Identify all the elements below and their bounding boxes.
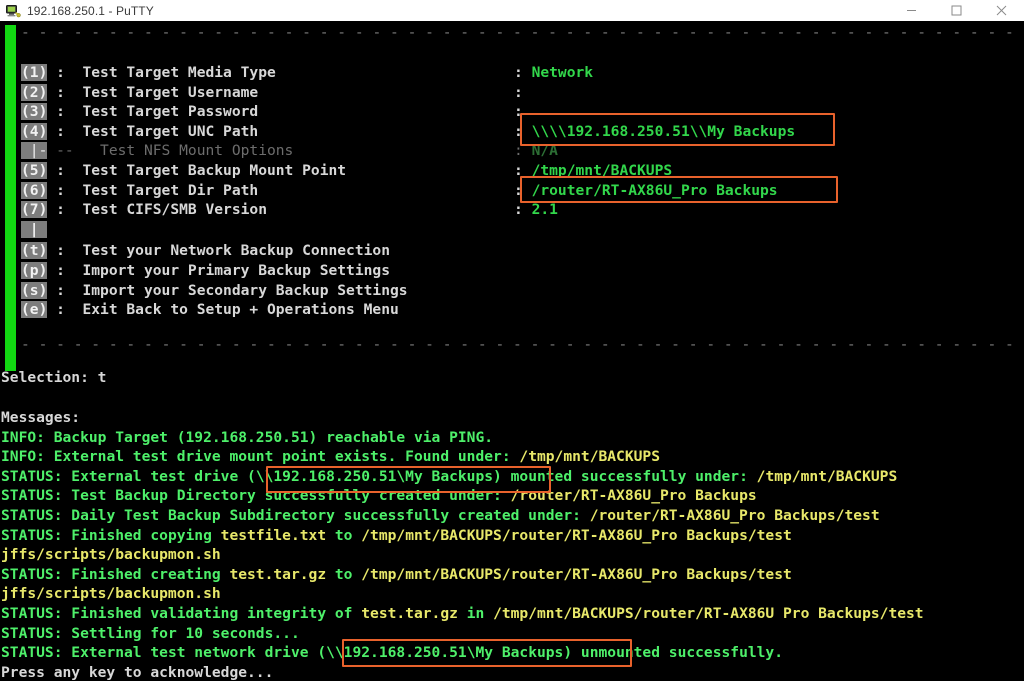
menu-label: : Test Target Username xyxy=(56,83,259,101)
acknowledge-prompt: Press any key to acknowledge... xyxy=(1,663,274,681)
separator-line-top: - - - - - - - - - - - - - - - - - - - - … xyxy=(21,24,1024,41)
close-icon[interactable] xyxy=(979,0,1024,21)
terminal-screen[interactable]: - - - - - - - - - - - - - - - - - - - - … xyxy=(0,21,1024,681)
menu-label: : Test Target Backup Mount Point xyxy=(56,162,347,179)
menu-key-[interactable]: |- xyxy=(21,141,48,160)
menu-value: : /router/RT-AX86U_Pro Backups xyxy=(514,181,778,199)
menu-key-6[interactable]: (6) xyxy=(21,181,48,200)
menu-key-7[interactable]: (7) xyxy=(21,200,48,219)
message-line: STATUS: Finished creating test.tar.gz to… xyxy=(1,565,792,583)
menu-label: : Test Target Media Type xyxy=(56,64,276,81)
message-line: INFO: External test drive mount point ex… xyxy=(1,448,660,466)
menu-key-[interactable]: | xyxy=(21,220,48,239)
selection-prompt: Selection: t xyxy=(1,368,107,386)
menu-value: : xyxy=(514,103,532,121)
message-line: STATUS: Daily Test Backup Subdirectory s… xyxy=(1,507,880,524)
menu-action-label: : Test your Network Backup Connection xyxy=(56,242,390,260)
message-line: STATUS: Test Backup Directory successful… xyxy=(1,487,757,505)
message-line: INFO: Backup Target (192.168.250.51) rea… xyxy=(1,428,494,446)
menu-value: : xyxy=(514,83,532,101)
message-line: STATUS: External test drive (\\192.168.2… xyxy=(1,467,898,485)
message-line: STATUS: Finished validating integrity of… xyxy=(1,605,924,622)
menu-label: -- Test NFS Mount Options xyxy=(56,142,294,160)
separator-line-bottom: - - - - - - - - - - - - - - - - - - - - … xyxy=(21,335,1024,353)
menu-action-label: : Exit Back to Setup + Operations Menu xyxy=(56,301,399,319)
maximize-icon[interactable] xyxy=(934,0,979,21)
menu-value: : N/A xyxy=(514,142,558,160)
menu-action-label: : Import your Secondary Backup Settings xyxy=(56,281,408,299)
menu-value: : 2.1 xyxy=(514,201,558,219)
window-controls xyxy=(889,0,1024,21)
minimize-icon[interactable] xyxy=(889,0,934,21)
menu-action-key-p[interactable]: (p) xyxy=(21,261,48,280)
menu-key-4[interactable]: (4) xyxy=(21,122,48,141)
menu-action-key-t[interactable]: (t) xyxy=(21,241,48,260)
menu-key-3[interactable]: (3) xyxy=(21,102,48,121)
menu-label: : Test Target UNC Path xyxy=(56,122,259,140)
menu-action-key-s[interactable]: (s) xyxy=(21,281,48,300)
menu-value: : /tmp/mnt/BACKUPS xyxy=(514,162,673,179)
menu-key-2[interactable]: (2) xyxy=(21,83,48,102)
menu-value: : Network xyxy=(514,64,594,81)
menu-label: : Test Target Password xyxy=(56,103,259,121)
menu-key-1[interactable]: (1) xyxy=(21,63,48,82)
putty-window: 192.168.250.1 - PuTTY - - - - - - - - - … xyxy=(0,0,1024,681)
menu-key-5[interactable]: (5) xyxy=(21,161,48,180)
message-line: jffs/scripts/backupmon.sh xyxy=(1,546,221,564)
menu-action-key-e[interactable]: (e) xyxy=(21,300,48,319)
message-line: STATUS: Settling for 10 seconds... xyxy=(1,624,300,642)
window-titlebar: 192.168.250.1 - PuTTY xyxy=(0,0,1024,22)
putty-icon xyxy=(5,3,21,19)
message-line: jffs/scripts/backupmon.sh xyxy=(1,585,221,603)
messages-header: Messages: xyxy=(1,409,81,426)
menu-action-label: : Import your Primary Backup Settings xyxy=(56,262,390,279)
window-title: 192.168.250.1 - PuTTY xyxy=(27,3,154,18)
menu-active-indicator-bar xyxy=(5,25,16,371)
message-line: STATUS: Finished copying testfile.txt to… xyxy=(1,526,792,544)
menu-value: : \\\\192.168.250.51\\My Backups xyxy=(514,122,796,140)
menu-label: : Test Target Dir Path xyxy=(56,181,259,199)
menu-label: : Test CIFS/SMB Version xyxy=(56,201,267,219)
message-line: STATUS: External test network drive (\\1… xyxy=(1,644,784,662)
